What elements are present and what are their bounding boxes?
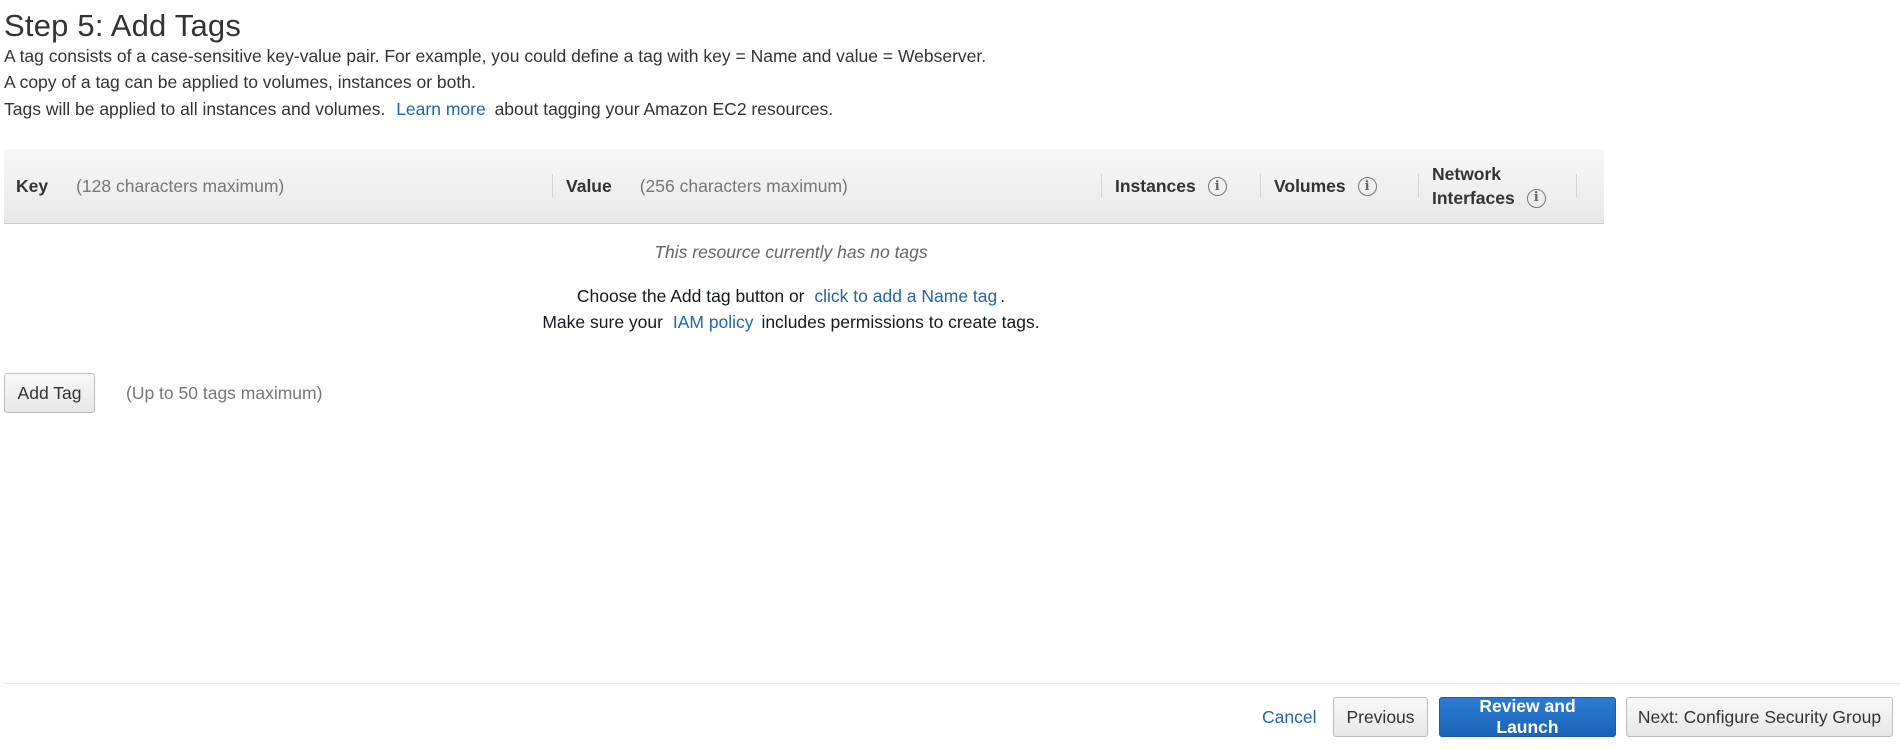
volumes-info-icon[interactable]: i [1357,176,1377,196]
add-tag-help-text: Choose the Add tag button or [576,286,805,306]
column-instances-title: Instances [1115,175,1196,196]
add-tag-help-period: . [1000,286,1006,306]
iam-policy-help-suffix: includes permissions to create tags. [761,312,1040,332]
column-key-hint: (128 characters maximum) [76,175,285,196]
previous-button[interactable]: Previous [1333,697,1428,737]
description-line-3-text: Tags will be applied to all instances an… [4,99,386,119]
next-configure-security-group-button[interactable]: Next: Configure Security Group [1626,697,1893,737]
description-line-1: A tag consists of a case-sensitive key-v… [4,46,987,66]
column-instances: Instances i [1115,149,1227,223]
iam-policy-link[interactable]: IAM policy [673,312,754,332]
description-line-2: A copy of a tag can be applied to volume… [4,72,476,92]
column-divider [1260,174,1261,198]
column-value-title: Value [566,175,612,196]
column-network-interfaces-title: Network Interfaces i [1432,162,1546,210]
add-tag-help: Choose the Add tag button or click to ad… [0,286,1582,307]
review-and-launch-button[interactable]: Review and Launch [1439,696,1616,737]
iam-policy-help: Make sure your IAM policy includes permi… [0,312,1582,333]
column-value-hint: (256 characters maximum) [639,175,848,196]
iam-policy-help-text: Make sure your [542,312,663,332]
cancel-link[interactable]: Cancel [1262,707,1316,728]
network-interfaces-line-2: Interfaces i [1432,186,1546,210]
network-interfaces-info-icon[interactable]: i [1526,188,1546,208]
tag-table-header: Key (128 characters maximum) Value (256 … [4,149,1604,224]
column-divider [1418,174,1419,198]
footer-divider [4,683,1900,684]
column-value: Value (256 characters maximum) [566,149,848,223]
network-interfaces-line-1: Network [1432,164,1502,184]
description-line-3-suffix: about tagging your Amazon EC2 resources. [494,99,834,119]
learn-more-link[interactable]: Learn more [396,99,486,119]
column-divider [1576,174,1577,198]
add-name-tag-link[interactable]: click to add a Name tag [814,286,997,306]
description-line-3: Tags will be applied to all instances an… [4,99,833,120]
column-divider [552,174,553,198]
instances-info-icon[interactable]: i [1207,176,1227,196]
add-tag-limit-hint: (Up to 50 tags maximum) [126,383,323,403]
network-interfaces-line-2-text: Interfaces [1432,188,1515,208]
column-divider [1101,174,1102,198]
page-title: Step 5: Add Tags [4,8,242,43]
column-volumes-title: Volumes [1274,175,1346,196]
empty-tags-message: This resource currently has no tags [654,242,928,262]
column-volumes: Volumes i [1274,149,1377,223]
column-network-interfaces: Network Interfaces i [1432,149,1546,223]
add-tag-button[interactable]: Add Tag [4,373,95,413]
column-key: Key (128 characters maximum) [16,149,284,223]
column-key-title: Key [16,175,49,196]
